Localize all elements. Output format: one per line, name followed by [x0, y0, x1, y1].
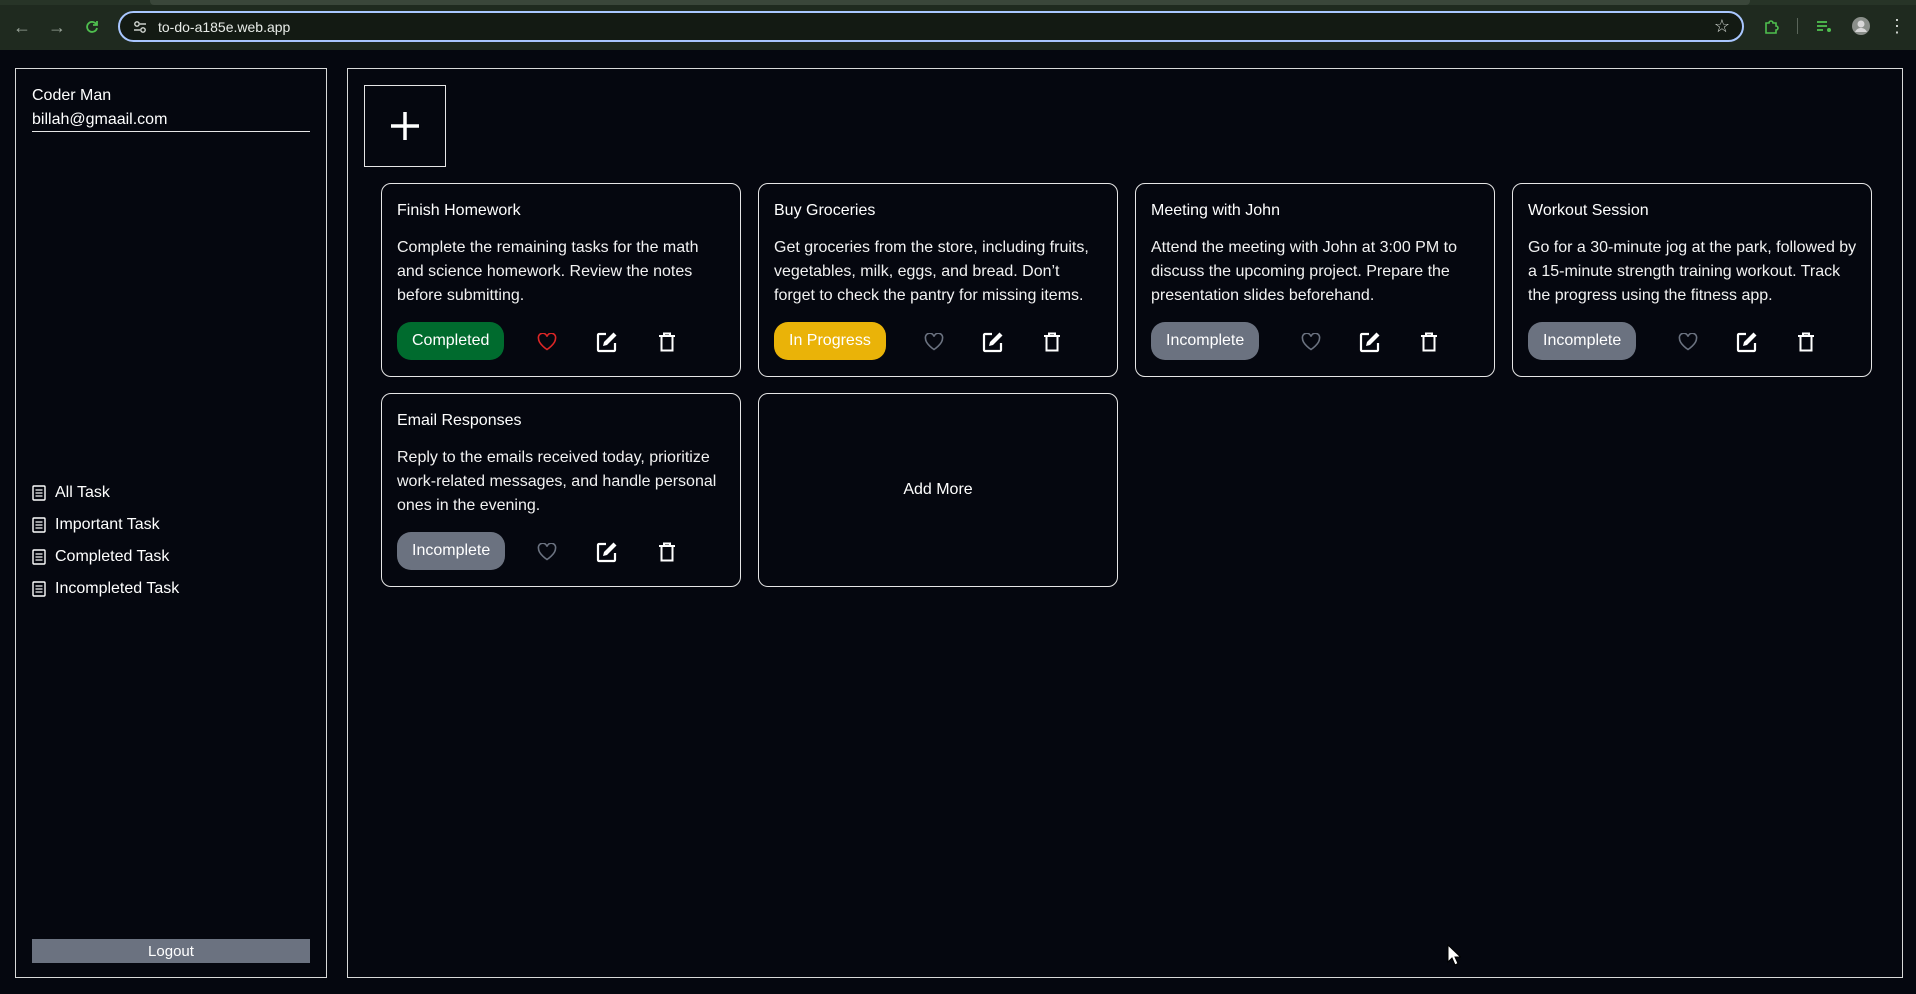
- user-email: billah@gmaail.com: [32, 111, 310, 132]
- status-button[interactable]: Incomplete: [397, 532, 506, 570]
- list-icon: [32, 549, 46, 565]
- sidebar-item-important-task[interactable]: Important Task: [32, 509, 179, 541]
- delete-button[interactable]: [1417, 330, 1441, 354]
- status-button[interactable]: Completed: [397, 322, 505, 360]
- puzzle-icon: [1765, 20, 1779, 34]
- sidebar-item-completed-task[interactable]: Completed Task: [32, 541, 179, 573]
- important-toggle-button[interactable]: [922, 330, 946, 354]
- kebab-menu-icon: ⋮: [1888, 15, 1906, 36]
- task-description: Go for a 30-minute jog at the park, foll…: [1528, 239, 1857, 304]
- task-card: Meeting with John Attend the meeting wit…: [1135, 183, 1495, 377]
- edit-icon: [982, 332, 1003, 353]
- media-button[interactable]: [1812, 14, 1836, 38]
- user-name: Coder Man: [32, 87, 112, 104]
- delete-button[interactable]: [655, 540, 679, 564]
- important-toggle-button[interactable]: [535, 540, 559, 564]
- arrow-right-icon: →: [48, 16, 66, 37]
- heart-icon: [1678, 333, 1698, 351]
- list-icon: [32, 517, 46, 533]
- trash-icon: [659, 542, 675, 562]
- task-description: Reply to the emails received today, prio…: [397, 449, 717, 514]
- task-title: Workout Session: [1528, 202, 1649, 219]
- status-button[interactable]: Incomplete: [1151, 322, 1260, 360]
- tab-strip: [0, 0, 1916, 5]
- status-button[interactable]: Incomplete: [1528, 322, 1637, 360]
- sidebar-item-all-task[interactable]: All Task: [32, 477, 179, 509]
- add-task-button[interactable]: [364, 85, 446, 167]
- sidebar-nav: All Task Important Task Completed Task I…: [32, 477, 179, 605]
- edit-button[interactable]: [595, 330, 619, 354]
- sidebar-item-incompleted-task[interactable]: Incompleted Task: [32, 573, 179, 605]
- add-more-card[interactable]: Add More: [758, 393, 1118, 587]
- browser-menu-button[interactable]: ⋮: [1885, 14, 1909, 38]
- active-tab[interactable]: [150, 0, 1750, 5]
- mouse-cursor-icon: [1447, 944, 1461, 966]
- site-info-icon[interactable]: [132, 19, 148, 35]
- delete-button[interactable]: [655, 330, 679, 354]
- forward-button[interactable]: →: [45, 15, 69, 39]
- trash-icon: [1421, 332, 1437, 352]
- task-description: Get groceries from the store, including …: [774, 239, 1089, 304]
- add-more-label[interactable]: Add More: [759, 394, 1117, 586]
- task-card: Finish Homework Complete the remaining t…: [381, 183, 741, 377]
- task-card: Email Responses Reply to the emails rece…: [381, 393, 741, 587]
- back-button[interactable]: ←: [10, 15, 34, 39]
- playlist-icon: [1817, 21, 1831, 32]
- task-card: Buy Groceries Get groceries from the sto…: [758, 183, 1118, 377]
- reload-icon: [86, 21, 98, 33]
- browser-toolbar: ← → to-do-a185e.web.app ☆ ⋮: [0, 0, 1916, 50]
- important-toggle-button[interactable]: [1676, 330, 1700, 354]
- url-text[interactable]: to-do-a185e.web.app: [158, 19, 290, 35]
- list-icon: [32, 485, 46, 501]
- plus-icon: [391, 112, 419, 140]
- edit-icon: [596, 332, 617, 353]
- extensions-button[interactable]: [1760, 14, 1784, 38]
- edit-icon: [596, 542, 617, 563]
- edit-button[interactable]: [1735, 330, 1759, 354]
- heart-icon: [537, 543, 557, 561]
- sidebar-item-label: Completed Task: [55, 548, 170, 565]
- list-icon: [32, 581, 46, 597]
- avatar-icon: [1852, 17, 1870, 35]
- heart-icon: [1301, 333, 1321, 351]
- trash-icon: [659, 332, 675, 352]
- heart-icon: [537, 333, 557, 351]
- edit-icon: [1736, 332, 1757, 353]
- heart-icon: [924, 333, 944, 351]
- task-panel: Finish Homework Complete the remaining t…: [347, 68, 1903, 978]
- logout-button[interactable]: Logout: [32, 939, 310, 963]
- task-title: Meeting with John: [1151, 202, 1280, 219]
- important-toggle-button[interactable]: [535, 330, 559, 354]
- delete-button[interactable]: [1794, 330, 1818, 354]
- sidebar-item-label: All Task: [55, 484, 110, 501]
- important-toggle-button[interactable]: [1299, 330, 1323, 354]
- sidebar-item-label: Incompleted Task: [55, 580, 180, 597]
- reload-button[interactable]: [80, 15, 104, 39]
- sidebar-item-label: Important Task: [55, 516, 160, 533]
- delete-button[interactable]: [1040, 330, 1064, 354]
- profile-avatar[interactable]: [1849, 14, 1873, 38]
- edit-button[interactable]: [1358, 330, 1382, 354]
- trash-icon: [1798, 332, 1814, 352]
- task-description: Complete the remaining tasks for the mat…: [397, 239, 699, 304]
- edit-button[interactable]: [981, 330, 1005, 354]
- task-description: Attend the meeting with John at 3:00 PM …: [1151, 239, 1457, 304]
- toolbar-divider: [1797, 18, 1798, 34]
- address-bar[interactable]: to-do-a185e.web.app ☆: [118, 11, 1744, 42]
- task-title: Buy Groceries: [774, 202, 876, 219]
- arrow-left-icon: ←: [13, 16, 31, 37]
- bookmark-star-icon[interactable]: ☆: [1714, 16, 1730, 37]
- task-card: Workout Session Go for a 30-minute jog a…: [1512, 183, 1872, 377]
- task-title: Finish Homework: [397, 202, 521, 219]
- trash-icon: [1044, 332, 1060, 352]
- status-button[interactable]: In Progress: [774, 322, 886, 360]
- sidebar: Coder Man billah@gmaail.com All Task Imp…: [15, 68, 327, 978]
- task-title: Email Responses: [397, 412, 522, 429]
- edit-icon: [1359, 332, 1380, 353]
- edit-button[interactable]: [595, 540, 619, 564]
